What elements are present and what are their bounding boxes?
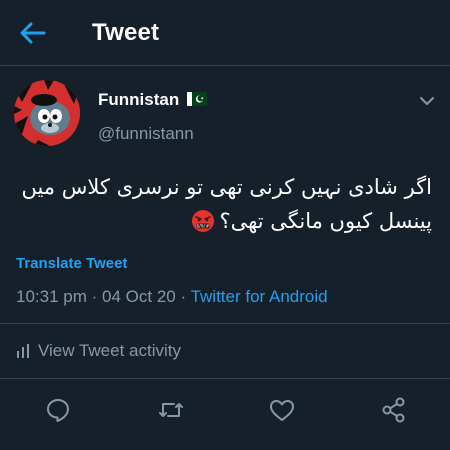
tweet-source-link[interactable]: Twitter for Android [191,287,328,306]
tweet-body: اگر شادی نہیں کرنی تھی تو نرسری کلاس میں… [21,175,432,233]
chevron-down-icon[interactable] [416,90,438,112]
back-button[interactable] [18,18,48,48]
translate-tweet-link[interactable]: Translate Tweet [16,255,127,272]
avatar[interactable] [14,80,80,146]
reply-icon[interactable] [44,396,72,424]
activity-label: View Tweet activity [38,341,181,360]
avatar-image [14,80,80,146]
divider [0,378,450,379]
page-title: Tweet [92,19,160,46]
like-icon[interactable] [268,396,296,424]
view-tweet-activity-button[interactable]: View Tweet activity [16,341,181,361]
display-name-text: Funnistan [98,90,180,109]
pakistan-flag-icon [186,92,207,106]
retweet-icon[interactable] [157,396,185,424]
tweet-time: 10:31 pm [16,287,87,306]
meta-separator: · [180,287,187,306]
svg-text:#!%&: #!%& [197,224,210,229]
bar-chart-icon [17,344,29,358]
tweet-metadata: 10:31 pm · 04 Oct 20 · Twitter for Andro… [16,287,328,307]
divider [0,323,450,324]
arrow-left-icon [20,22,46,44]
meta-separator: · [91,287,98,306]
share-icon[interactable] [380,396,408,424]
face-with-symbols-on-mouth-icon: #!%& [192,210,215,232]
top-bar: Tweet [0,0,450,66]
tweet-text: اگر شادی نہیں کرنی تھی تو نرسری کلاس میں… [18,170,432,238]
tweet-date: 04 Oct 20 [102,287,176,306]
author-display-name[interactable]: Funnistan [98,90,207,110]
author-handle[interactable]: @funnistann [98,124,194,144]
